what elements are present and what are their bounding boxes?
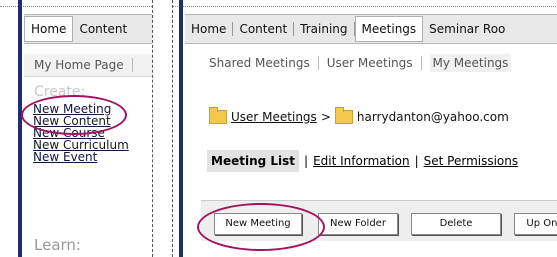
separator	[317, 56, 319, 70]
tab-content[interactable]: Content	[73, 22, 133, 36]
folder-icon	[209, 107, 227, 124]
page-tabs: Meeting List | Edit Information | Set Pe…	[207, 149, 518, 173]
sub-nav-user-meetings[interactable]: User Meetings	[327, 56, 413, 70]
right-sub-nav: Shared Meetings User Meetings My Meeting…	[209, 54, 512, 72]
sidebar-bar	[18, 0, 22, 257]
tab-meetings[interactable]: Meetings	[354, 16, 424, 42]
left-sub-nav: My Home Page	[24, 54, 152, 77]
folder-icon	[334, 107, 353, 124]
panel-gap	[153, 0, 172, 257]
sidebar-bar	[179, 0, 183, 257]
tab-set-permissions[interactable]: Set Permissions	[424, 154, 519, 168]
breadcrumb-link[interactable]: User Meetings	[231, 110, 317, 124]
learn-heading: Learn:	[34, 236, 81, 254]
tab-training[interactable]: Training	[294, 22, 353, 36]
tab-home[interactable]: Home	[24, 16, 74, 42]
breadcrumb-current: harrydanton@yahoo.com	[356, 110, 509, 124]
right-panel: Home Content Training Meetings Seminar R…	[172, 0, 557, 257]
tab-separator: |	[414, 154, 419, 168]
delete-button[interactable]: Delete	[411, 213, 501, 235]
sub-nav-shared-meetings[interactable]: Shared Meetings	[209, 56, 310, 70]
breadcrumb-separator: >	[320, 110, 331, 124]
tab-edit-information[interactable]: Edit Information	[313, 154, 410, 168]
sub-nav-my-meetings[interactable]: My Meetings	[429, 54, 512, 72]
divider	[0, 6, 152, 7]
tab-separator: |	[304, 154, 309, 168]
up-one-button[interactable]: Up One	[514, 213, 557, 235]
link-new-event[interactable]: New Event	[33, 151, 129, 163]
highlight-circle	[21, 95, 127, 135]
new-folder-button[interactable]: New Folder	[318, 213, 398, 235]
sub-nav-my-home-page[interactable]: My Home Page	[34, 58, 124, 72]
left-panel: Home Content My Home Page Create: New Me…	[0, 0, 153, 257]
tab-seminar-rooms[interactable]: Seminar Roo	[423, 22, 511, 36]
right-nav-bar: Home Content Training Meetings Seminar R…	[185, 14, 557, 44]
tab-home[interactable]: Home	[185, 22, 232, 36]
breadcrumb: User Meetings > harrydanton@yahoo.com	[209, 107, 509, 124]
highlight-circle	[197, 203, 325, 251]
separator	[420, 56, 422, 70]
left-nav-bar: Home Content	[24, 14, 152, 44]
separator	[131, 58, 133, 72]
tab-meeting-list[interactable]: Meeting List	[207, 150, 300, 172]
tab-content[interactable]: Content	[233, 22, 293, 36]
divider	[173, 6, 557, 7]
